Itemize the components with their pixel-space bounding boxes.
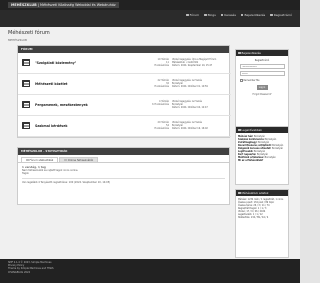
forum-row[interactable]: Szakmai kérdések 20 Témák 54 Hozzászólás …	[18, 116, 231, 137]
site-stats-list: Méhész: 1234 méh / 1 regisztrált, 1 ninc…	[238, 198, 284, 219]
register-link[interactable]: Regisztráció	[236, 59, 288, 62]
user-icon	[238, 51, 241, 55]
tab-online-users[interactable]: Online felhasználók	[59, 157, 99, 162]
brand-logo[interactable]: MEHÉSZKLUB | Méhészeti Közösség Weboldal…	[8, 2, 119, 8]
stats-tabs: Fórum statisztikák Online felhasználók	[18, 155, 229, 163]
stats-header: MÉHÉSZKLUB - STATISZTIKÁK	[18, 148, 229, 155]
forum-panel: FÓRUM "Szolgálati közlemény" 10 Témák 11 …	[17, 45, 231, 138]
nav-search[interactable]: Keresés	[220, 13, 236, 17]
login-box: Bejelentkezés Regisztráció Remember Me L…	[235, 49, 289, 131]
info-icon	[238, 191, 241, 195]
nav-login[interactable]: Bejelentkezés	[240, 13, 265, 17]
site-stats-box: Méhészklub adatok Méhész: 1234 méh / 1 r…	[235, 189, 289, 258]
forum-icon	[22, 101, 30, 108]
tab-forum-stats[interactable]: Fórum statisztikák	[21, 157, 59, 162]
forum-last-post[interactable]: Utolsó bejegyzés: Újra a Megújult Fórum M…	[172, 58, 230, 67]
forum-last-post[interactable]: Utolsó bejegyzés: Az 5ukás Borostyán Dátum…	[172, 121, 230, 130]
forum-title[interactable]: Szakmai kérdések	[35, 124, 68, 128]
forum-last-post[interactable]: Utolsó bejegyzés: Az 5ukás Borostyán Dátum…	[172, 79, 230, 88]
forum-header: FÓRUM	[18, 46, 229, 53]
forum-title[interactable]: Pergamenek, mesékestenyek	[35, 103, 88, 107]
search-icon	[220, 13, 224, 17]
username-field[interactable]	[239, 64, 285, 69]
top-bar: MEHÉSZKLUB | Méhészeti Közösség Weboldal…	[0, 0, 300, 10]
page-title: Méhészeti fórum	[8, 30, 50, 36]
forum-icon	[22, 59, 30, 66]
blog-icon	[204, 13, 207, 17]
forum-row[interactable]: Méhészeti közélet 22 Témák 32 Hozzászólás…	[18, 74, 231, 95]
forum-title[interactable]: Méhészeti közélet	[35, 82, 67, 86]
footer: SMF 2.1.4 © 2023, Simple Machines Privac…	[0, 259, 300, 283]
remember-me[interactable]: Remember Me	[240, 79, 288, 82]
remember-checkbox[interactable]	[240, 79, 243, 82]
login-header: Bejelentkezés	[236, 50, 288, 56]
forum-last-post[interactable]: Utolsó bejegyzés: Az 5ukás Borostyán Dátum…	[172, 100, 230, 109]
nav-forum[interactable]: Fórum	[186, 13, 199, 17]
breadcrumb[interactable]: MEHÉSZKLUB	[8, 38, 27, 42]
password-field[interactable]	[239, 71, 285, 76]
home-icon	[186, 13, 189, 17]
forum-row[interactable]: Pergamenek, mesékestenyek 4 Témák 6 Hozzá…	[18, 95, 231, 116]
forum-stats: 4 Témák 6 Hozzászólás	[152, 100, 169, 107]
forum-icon	[22, 80, 30, 87]
login-icon	[240, 13, 244, 17]
star-icon	[238, 128, 241, 132]
stats-panel: MÉHÉSZKLUB - STATISZTIKÁK Fórum statiszt…	[17, 147, 230, 205]
stats-body: 1 vendég, 1 tag Nem felhasználók és rejt…	[18, 163, 229, 187]
top-users-list: Méhész ház: Borostyán Szakmai konferenci…	[238, 135, 284, 162]
login-button[interactable]: Log in	[256, 85, 268, 90]
nav-blogs[interactable]: Blogs	[204, 13, 216, 17]
forum-stats: 10 Témák 11 Hozzászólás	[154, 58, 169, 68]
main-nav: Fórum Blogs Keresés Bejelentkezés Regisz…	[186, 13, 292, 17]
forgot-password-link[interactable]: Forgot Password?	[236, 93, 288, 96]
forum-row[interactable]: "Szolgálati közlemény" 10 Témák 11 Hozzás…	[18, 53, 231, 74]
forum-stats: 22 Témák 32 Hozzászólás	[154, 79, 169, 89]
users-icon	[64, 158, 67, 162]
forum-stats: 20 Témák 54 Hozzászólás	[154, 121, 169, 131]
nav-register[interactable]: Regisztráció	[270, 13, 292, 17]
top-users-box: Legaktívabbak Méhész ház: Borostyán Szak…	[235, 126, 289, 185]
register-icon	[270, 13, 273, 17]
forum-icon	[22, 122, 30, 129]
forum-title[interactable]: "Szolgálati közlemény"	[35, 61, 76, 65]
chart-icon	[26, 158, 29, 162]
